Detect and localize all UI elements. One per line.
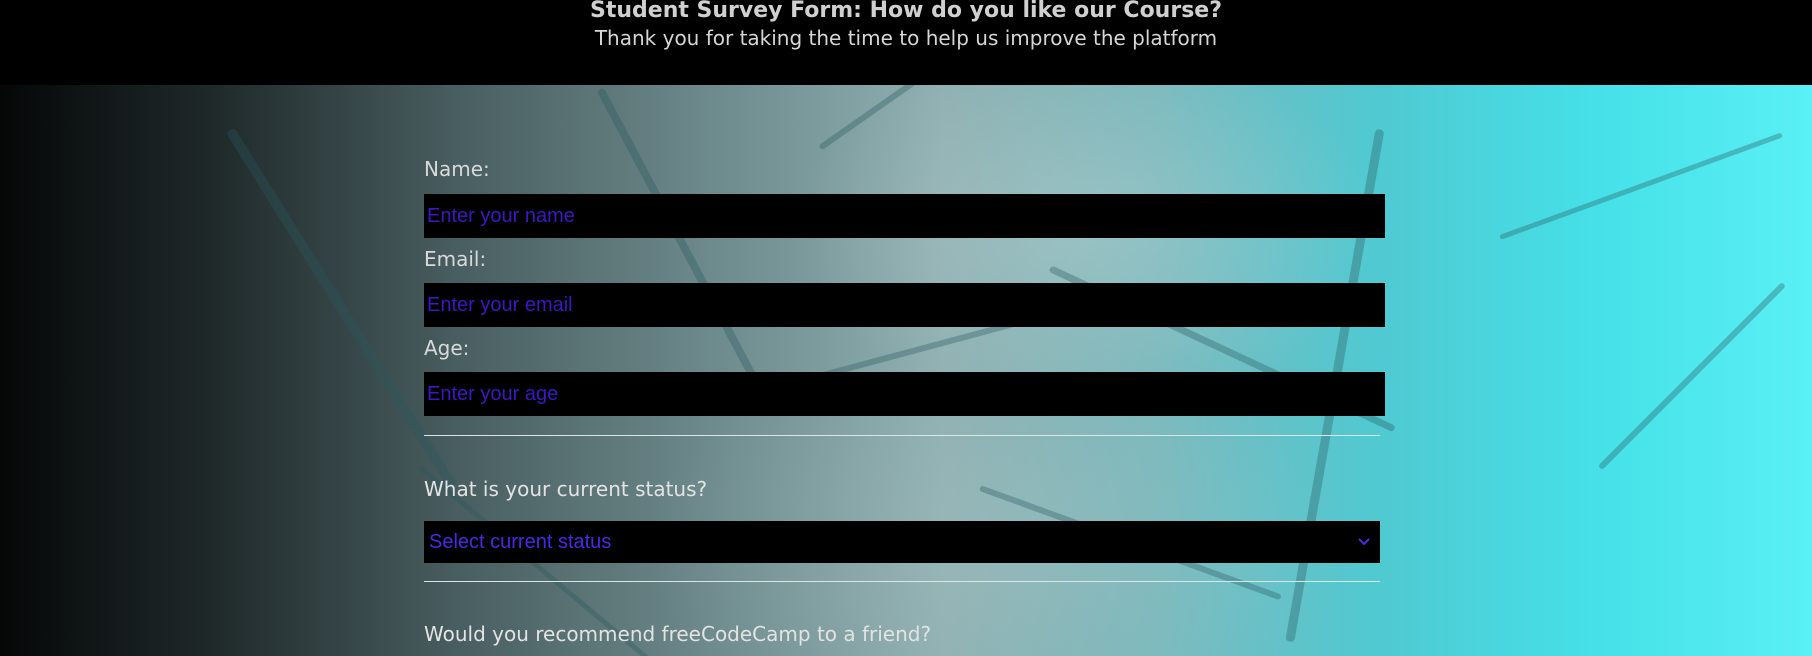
- status-question: What is your current status?: [424, 477, 708, 501]
- email-label: Email:: [424, 247, 487, 271]
- age-label: Age:: [424, 336, 470, 360]
- recommend-question: Would you recommend freeCodeCamp to a fr…: [424, 622, 932, 646]
- status-dropdown[interactable]: Select current status: [424, 521, 1380, 563]
- status-selected-value: Select current status: [429, 531, 612, 553]
- name-input[interactable]: [424, 194, 1385, 238]
- chevron-down-icon: [1358, 521, 1370, 563]
- name-label: Name:: [424, 157, 490, 181]
- marble-background: [0, 0, 1812, 656]
- section-divider: [424, 435, 1380, 436]
- page-header: Student Survey Form: How do you like our…: [0, 0, 1812, 85]
- section-divider: [424, 581, 1380, 582]
- age-input[interactable]: [424, 372, 1385, 416]
- page-description: Thank you for taking the time to help us…: [594, 26, 1218, 50]
- page-title: Student Survey Form: How do you like our…: [590, 0, 1222, 23]
- email-input[interactable]: [424, 283, 1385, 327]
